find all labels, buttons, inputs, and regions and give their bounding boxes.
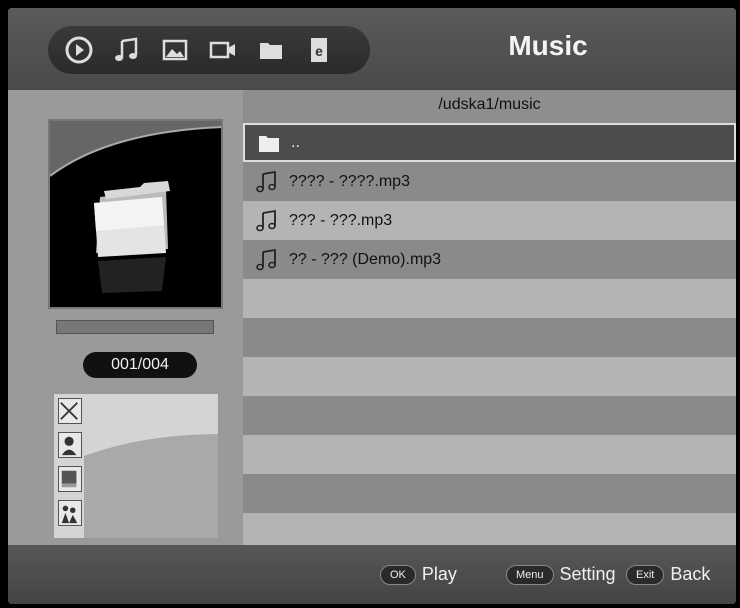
empty-row [243,474,736,513]
preview-progress-bar [56,320,214,334]
svg-text:e: e [315,43,323,59]
empty-row [243,357,736,396]
person-thumbnail-icon [58,432,82,458]
file-row[interactable]: ??? - ???.mp3 [243,201,736,240]
media-category-bar: e [48,26,370,74]
folder-icon[interactable] [254,33,288,67]
video-icon[interactable] [206,33,240,67]
file-label: ???? - ????.mp3 [289,172,410,190]
empty-row [243,435,736,474]
play-hint[interactable]: OK Play [380,564,457,585]
music-note-icon[interactable] [110,33,144,67]
file-row[interactable]: ???? - ????.mp3 [243,162,736,201]
file-list: .. ???? - ????.mp3 ??? - ???.mp3 ?? - ??… [243,123,736,552]
back-hint[interactable]: Exit Back [626,564,710,585]
page-title: Music [508,30,588,61]
file-row[interactable]: ?? - ??? (Demo).mp3 [243,240,736,279]
folder-icon [257,131,281,155]
document-thumbnail-icon [58,466,82,492]
folder-preview [48,119,223,309]
photo-thumbnail-icon [58,398,82,424]
back-hint-label: Back [670,564,711,584]
header: e Music [8,8,736,90]
exit-key-badge: Exit [626,564,665,585]
photo-icon[interactable] [158,33,192,67]
play-hint-label: Play [421,564,457,584]
empty-row [243,396,736,435]
ok-key-badge: OK [380,564,416,585]
music-file-icon [255,209,279,233]
menu-key-badge: Menu [506,564,554,585]
ebook-icon[interactable]: e [302,33,336,67]
file-label: ??? - ???.mp3 [289,211,393,229]
people-thumbnail-icon [58,500,82,526]
music-file-icon [255,170,279,194]
footer-hints: OK Play Menu Setting Exit Back [8,545,736,604]
file-label: ?? - ??? (Demo).mp3 [289,250,442,268]
file-list-panel: /udska1/music .. ???? - ????.mp3 ??? - ?… [243,90,736,552]
music-browser-screen: e Music 001/004 /udska1/music .. ???? - … [8,8,736,604]
current-path: /udska1/music [438,96,541,113]
empty-row [243,279,736,318]
media-type-thumbnails [52,392,220,540]
empty-row [243,318,736,357]
music-file-icon [255,248,279,272]
setting-hint[interactable]: Menu Setting [506,564,616,585]
file-counter: 001/004 [83,352,197,378]
preview-panel: 001/004 [8,90,243,545]
play-icon[interactable] [62,33,96,67]
file-row-parent[interactable]: .. [243,123,736,162]
file-label: .. [291,133,300,151]
setting-hint-label: Setting [559,564,616,584]
